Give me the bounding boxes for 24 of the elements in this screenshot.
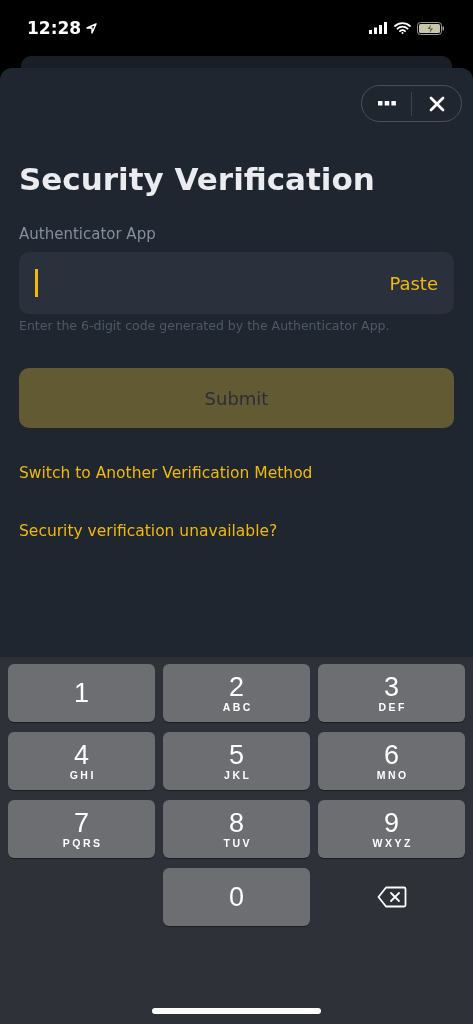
field-label: Authenticator App [19,224,157,244]
paste-button[interactable]: Paste [389,272,438,294]
text-link[interactable]: Security verification unavailable? [19,520,278,542]
key[interactable]: 4 GHI [8,732,155,790]
wifi-icon [394,22,411,34]
clock-time: 12:28 [27,18,82,38]
input-field[interactable]: Paste [19,252,454,314]
battery-charging-icon [417,21,445,35]
key[interactable]: 3 DEF [318,664,465,722]
key[interactable]: 1 [8,664,155,722]
key[interactable]: 0 [163,868,310,926]
location-arrow-icon [86,22,98,34]
key[interactable]: 9 WXYZ [318,800,465,858]
text-link[interactable]: Switch to Another Verification Method [19,462,313,484]
key[interactable]: 6 MNO [318,732,465,790]
key[interactable]: 8 TUV [163,800,310,858]
close-icon [428,95,445,112]
backspace-icon [376,886,407,908]
key[interactable]: 5 JKL [163,732,310,790]
key[interactable]: 2 ABC [163,664,310,722]
more-icon [377,101,396,106]
signal-icon [369,22,388,34]
page-title: Security Verification [19,160,376,199]
key[interactable]: 7 PQRS [8,800,155,858]
